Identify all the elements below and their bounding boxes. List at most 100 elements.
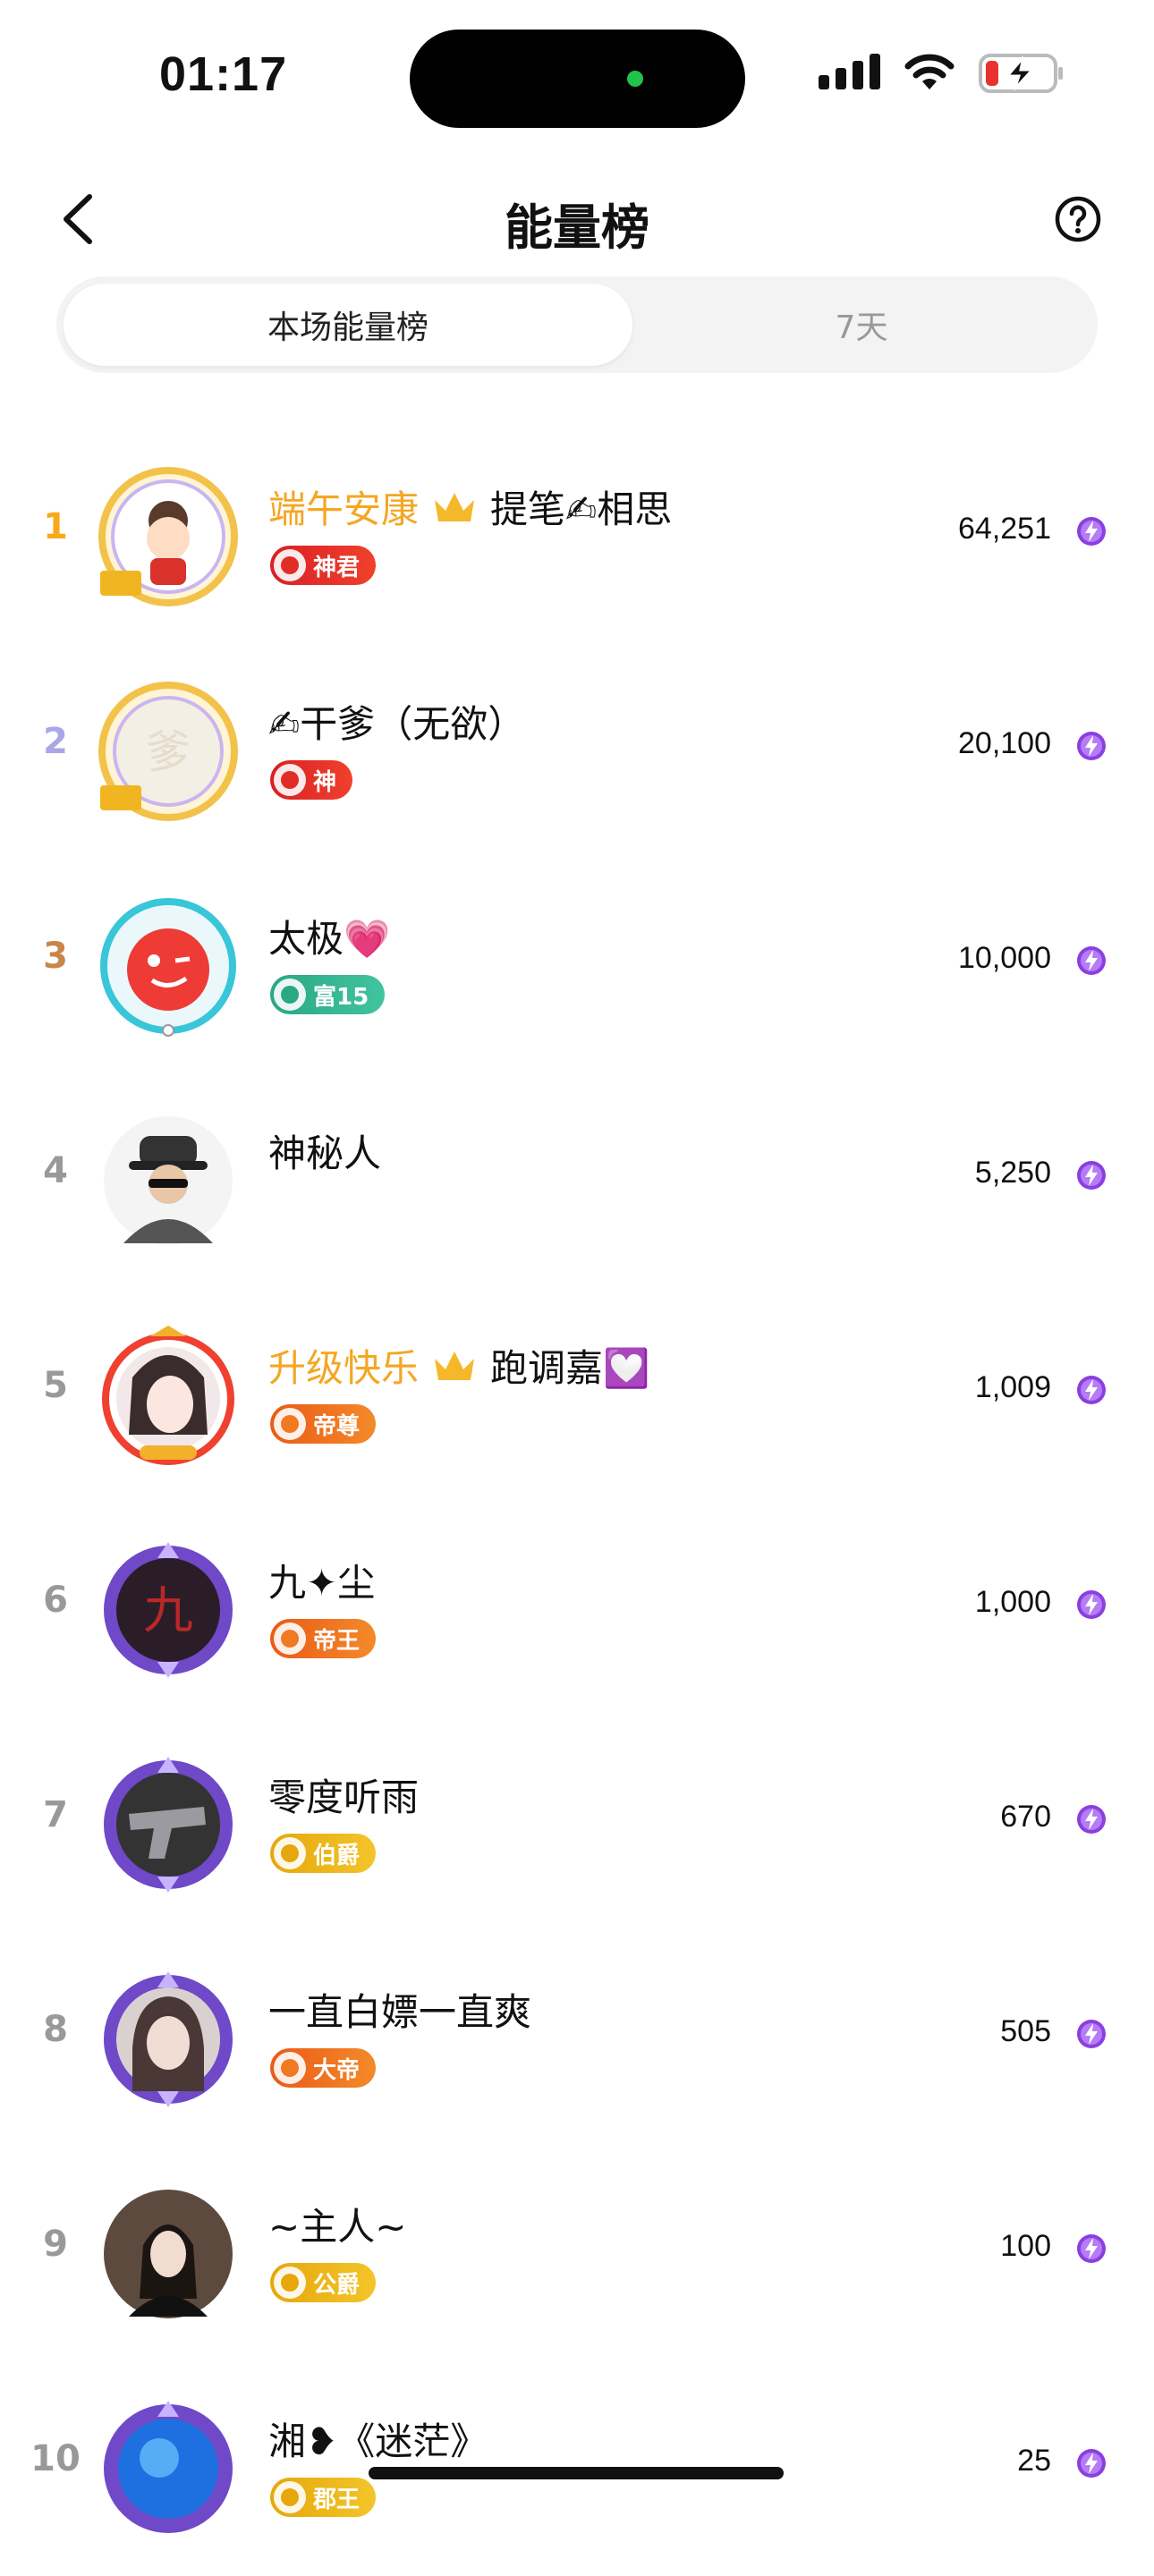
- avatar[interactable]: [97, 1753, 240, 1896]
- rank-number: 3: [43, 936, 68, 977]
- cartoon-girl-avatar: [98, 467, 238, 606]
- list-item[interactable]: 6 九 九✦尘 帝王 1,000: [0, 1503, 1154, 1717]
- user-name: ✍干爹（无欲）: [268, 702, 526, 746]
- badge-emblem-icon: [274, 2267, 306, 2299]
- rank-number: 6: [43, 1580, 68, 1621]
- avatar[interactable]: [97, 2182, 240, 2326]
- wifi-icon: [904, 52, 955, 91]
- badge-emblem-icon: [274, 549, 306, 581]
- dynamic-island: [410, 30, 745, 128]
- energy-score: 20,100: [958, 726, 1051, 760]
- level-badge: 神君: [270, 546, 377, 585]
- calligraphy-dark-avatar: 九: [104, 1542, 233, 1678]
- pistol-avatar: [104, 1757, 233, 1893]
- user-name-line: ~主人~: [268, 2197, 406, 2251]
- user-name: 九✦尘: [268, 1561, 376, 1605]
- anime-girl-avatar: [102, 1326, 234, 1465]
- user-name: 提笔✍相思: [490, 487, 673, 531]
- list-item[interactable]: 1 端午安康 提笔✍相思 神君 64,251: [0, 429, 1154, 644]
- avatar[interactable]: [97, 1324, 240, 1467]
- level-badge: 神: [270, 760, 353, 800]
- avatar[interactable]: [97, 1968, 240, 2111]
- status-time: 01:17: [159, 47, 288, 101]
- list-item[interactable]: 2 爹 ✍干爹（无欲） 神 20,100: [0, 644, 1154, 859]
- page-title: 能量榜: [505, 199, 649, 256]
- rank-number: 10: [30, 2438, 81, 2479]
- rank-number: 8: [43, 2009, 68, 2050]
- avatar[interactable]: [97, 2397, 240, 2540]
- level-badge: 富15: [270, 975, 386, 1014]
- highlight-name: 端午安康: [268, 487, 420, 531]
- user-name: 一直白嫖一直爽: [268, 1990, 532, 2034]
- nav-bar: 能量榜: [0, 161, 1154, 277]
- list-item[interactable]: 7 零度听雨 伯爵 670: [0, 1717, 1154, 1932]
- status-bar: 01:17: [0, 0, 1154, 152]
- badge-emblem-icon: [274, 979, 306, 1011]
- tab-switcher: 本场能量榜 7天: [56, 276, 1098, 373]
- tab-current-session[interactable]: 本场能量榜: [64, 284, 632, 366]
- badge-label: 伯爵: [313, 1842, 361, 1869]
- rank-number: 7: [43, 1794, 68, 1835]
- badge-label: 富15: [313, 983, 369, 1011]
- svg-text:九: 九: [143, 1582, 193, 1640]
- rank-number: 1: [43, 506, 68, 547]
- energy-score: 5,250: [974, 1156, 1051, 1190]
- level-badge: 大帝: [270, 2048, 377, 2088]
- avatar[interactable]: [97, 894, 240, 1038]
- user-name-line: 九✦尘: [268, 1553, 375, 1607]
- avatar[interactable]: 九: [97, 1538, 240, 1682]
- energy-bolt-icon: [1077, 1590, 1106, 1619]
- rank-number: 2: [43, 721, 68, 762]
- badge-label: 神君: [313, 554, 361, 581]
- tab-7-days[interactable]: 7天: [632, 284, 1090, 366]
- list-item[interactable]: 3 太极💗 富15 10,000: [0, 859, 1154, 1073]
- energy-bolt-icon: [1077, 732, 1106, 760]
- list-item[interactable]: 9 ~主人~ 公爵 100: [0, 2147, 1154, 2361]
- question-circle-icon: [1055, 196, 1101, 242]
- list-item[interactable]: 5 升级快乐 跑调嘉💟 帝尊 1,009: [0, 1288, 1154, 1503]
- user-name-line: 端午安康 提笔✍相思: [268, 479, 672, 534]
- user-name-line: ✍干爹（无欲）: [268, 694, 525, 749]
- level-badge: 帝尊: [270, 1404, 377, 1444]
- user-name: 神秘人: [268, 1131, 382, 1175]
- camera-indicator-dot: [627, 71, 643, 87]
- woman-photo-avatar: [104, 2190, 233, 2318]
- rank-number: 5: [43, 1365, 68, 1406]
- energy-bolt-icon: [1077, 2234, 1106, 2263]
- crown-icon: [435, 1351, 475, 1380]
- level-badge: 公爵: [270, 2263, 377, 2302]
- avatar[interactable]: 爹: [97, 680, 240, 823]
- level-badge: 伯爵: [270, 1834, 377, 1873]
- red-wink-face-avatar: [100, 898, 236, 1037]
- rank-number: 4: [43, 1150, 68, 1191]
- crown-icon: [435, 492, 475, 521]
- energy-score: 1,009: [974, 1370, 1051, 1404]
- home-indicator: [369, 2467, 784, 2479]
- badge-emblem-icon: [274, 1623, 306, 1655]
- badge-label: 公爵: [313, 2271, 361, 2299]
- list-item[interactable]: 8 一直白嫖一直爽 大帝 505: [0, 1932, 1154, 2147]
- avatar[interactable]: [97, 1109, 240, 1252]
- badge-label: 大帝: [313, 2056, 361, 2084]
- cellular-signal-icon: [819, 52, 880, 89]
- energy-bolt-icon: [1077, 1376, 1106, 1404]
- user-name: 湘❥《迷茫》: [268, 2419, 488, 2463]
- help-button[interactable]: [1054, 195, 1102, 243]
- energy-score: 1,000: [974, 1585, 1051, 1619]
- user-name-line: 太极💗: [268, 909, 390, 963]
- energy-bolt-icon: [1077, 2020, 1106, 2048]
- list-item[interactable]: 4 神秘人 5,250: [0, 1073, 1154, 1288]
- badge-label: 郡王: [313, 2486, 361, 2513]
- energy-score: 10,000: [958, 941, 1051, 975]
- energy-score: 64,251: [958, 512, 1051, 546]
- badge-emblem-icon: [274, 2481, 306, 2513]
- calligraphy-avatar: 爹: [98, 682, 238, 821]
- user-name-line: 湘❥《迷茫》: [268, 2411, 488, 2466]
- woman-portrait-avatar: [104, 1971, 233, 2107]
- energy-score: 25: [1017, 2444, 1051, 2478]
- user-name: ~主人~: [268, 2205, 407, 2249]
- energy-bolt-icon: [1077, 2449, 1106, 2478]
- mystery-man-avatar: [104, 1116, 233, 1245]
- avatar[interactable]: [97, 465, 240, 608]
- system-icons: [819, 52, 1065, 106]
